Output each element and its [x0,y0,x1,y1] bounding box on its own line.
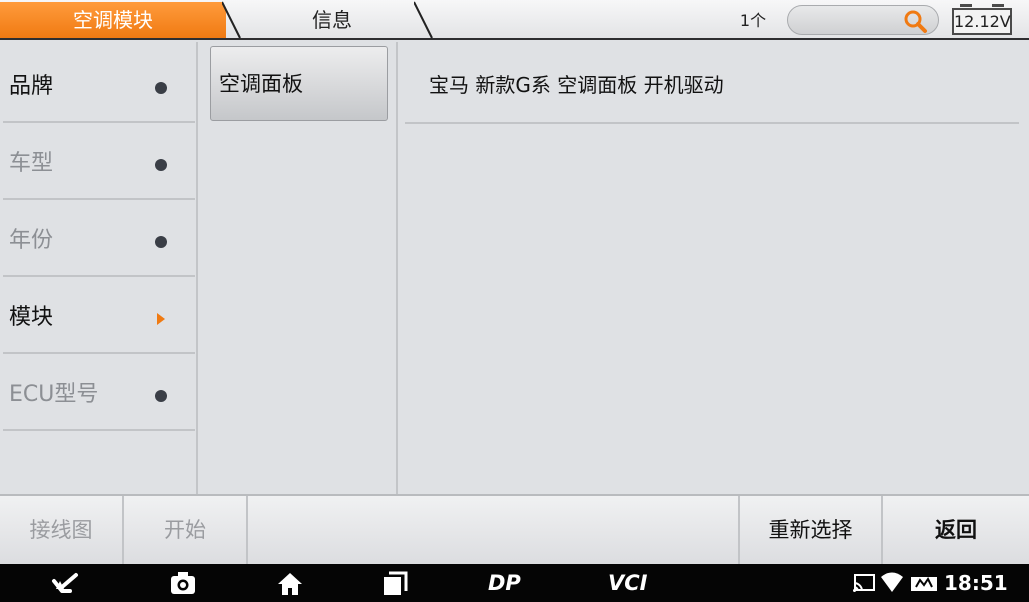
nav-item-brand[interactable]: 品牌 [0,46,195,123]
battery-voltage-value: 12.12V [954,12,1011,31]
home-icon[interactable] [275,569,305,597]
start-button[interactable]: 开始 [124,496,248,564]
left-nav: 品牌 车型 年份 模块 ECU型号 [0,42,198,494]
reselect-button[interactable]: 重新选择 [740,496,883,564]
top-tab-bar: 空调模块 信息 1个 12.12V [0,0,1029,40]
vci-app-button[interactable]: VCI [608,564,647,602]
battery-voltage: 12.12V [952,4,1012,35]
back-arrow-icon[interactable] [50,569,82,597]
action-bar: 接线图 开始 重新选择 返回 [0,494,1029,564]
function-list: 宝马 新款G系 空调面板 开机驱动 [400,42,1029,494]
dp-app-button[interactable]: DP [488,564,521,602]
wifi-icon [881,572,903,592]
clock: 18:51 [944,571,1008,595]
dot-icon [155,82,167,94]
module-list: 空调面板 [200,42,398,494]
signal-icon [911,577,937,591]
system-nav-bar: DP VCI 18:51 [0,564,1029,602]
result-count: 1个 [739,11,767,30]
dot-icon [155,236,167,248]
list-item[interactable]: 宝马 新款G系 空调面板 开机驱动 [405,42,1019,124]
nav-item-label: 品牌 [9,74,54,99]
action-bar-spacer [248,496,740,564]
nav-item-label: 模块 [9,305,54,330]
nav-item-label: 年份 [9,228,54,253]
tab-separator [414,1,433,39]
nav-item-year[interactable]: 年份 [0,200,195,277]
nav-item-module[interactable]: 模块 [0,277,195,354]
arrow-right-icon [157,313,165,325]
nav-item-label: ECU型号 [9,382,99,407]
cast-icon [853,574,875,592]
function-item-label: 宝马 新款G系 空调面板 开机驱动 [429,73,724,97]
divider [3,429,195,431]
nav-item-label: 车型 [9,151,54,176]
search-icon[interactable] [902,8,928,34]
battery-terminal [960,4,972,7]
battery-terminal [992,4,1004,7]
tab-module[interactable]: 空调模块 [0,2,226,38]
search-input[interactable] [787,5,939,35]
recent-apps-icon[interactable] [380,569,410,597]
wiring-diagram-button[interactable]: 接线图 [0,496,124,564]
tab-info[interactable]: 信息 [232,2,432,38]
back-button[interactable]: 返回 [883,496,1029,564]
dot-icon [155,390,167,402]
module-item-ac-panel[interactable]: 空调面板 [210,46,388,121]
nav-item-model[interactable]: 车型 [0,123,195,200]
nav-item-ecu-model[interactable]: ECU型号 [0,354,195,431]
dot-icon [155,159,167,171]
camera-icon[interactable] [168,569,198,597]
